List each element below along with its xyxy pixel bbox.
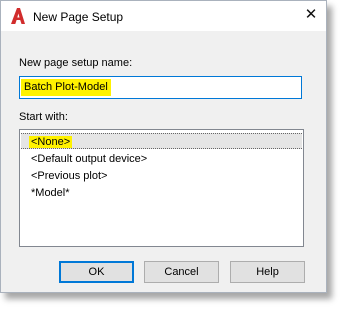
help-button[interactable]: Help [230, 261, 305, 283]
close-button[interactable]: ✕ [300, 4, 322, 26]
start-with-listbox[interactable]: <None> <Default output device> <Previous… [19, 129, 304, 247]
list-item-default-output-device[interactable]: <Default output device> [21, 151, 147, 167]
ok-button[interactable]: OK [59, 261, 134, 283]
list-item-label: *Model* [31, 187, 70, 199]
new-page-setup-dialog: New Page Setup ✕ New page setup name: Ba… [0, 0, 327, 293]
name-label: New page setup name: [19, 57, 133, 69]
page-setup-name-value: Batch Plot-Model [21, 79, 111, 96]
list-item-label: <Default output device> [31, 153, 148, 165]
list-item-none[interactable]: <None> [21, 133, 302, 149]
cancel-button[interactable]: Cancel [144, 261, 219, 283]
list-item-previous-plot[interactable]: <Previous plot> [21, 168, 107, 184]
title-bar: New Page Setup ✕ [1, 1, 326, 31]
page-setup-name-input[interactable]: Batch Plot-Model [19, 76, 302, 99]
window-title: New Page Setup [33, 10, 124, 24]
list-item-label: <Previous plot> [31, 170, 108, 182]
list-item-model[interactable]: *Model* [21, 185, 70, 201]
autocad-a-icon [11, 8, 25, 24]
start-with-label: Start with: [19, 111, 68, 123]
list-item-label: <None> [29, 136, 73, 148]
